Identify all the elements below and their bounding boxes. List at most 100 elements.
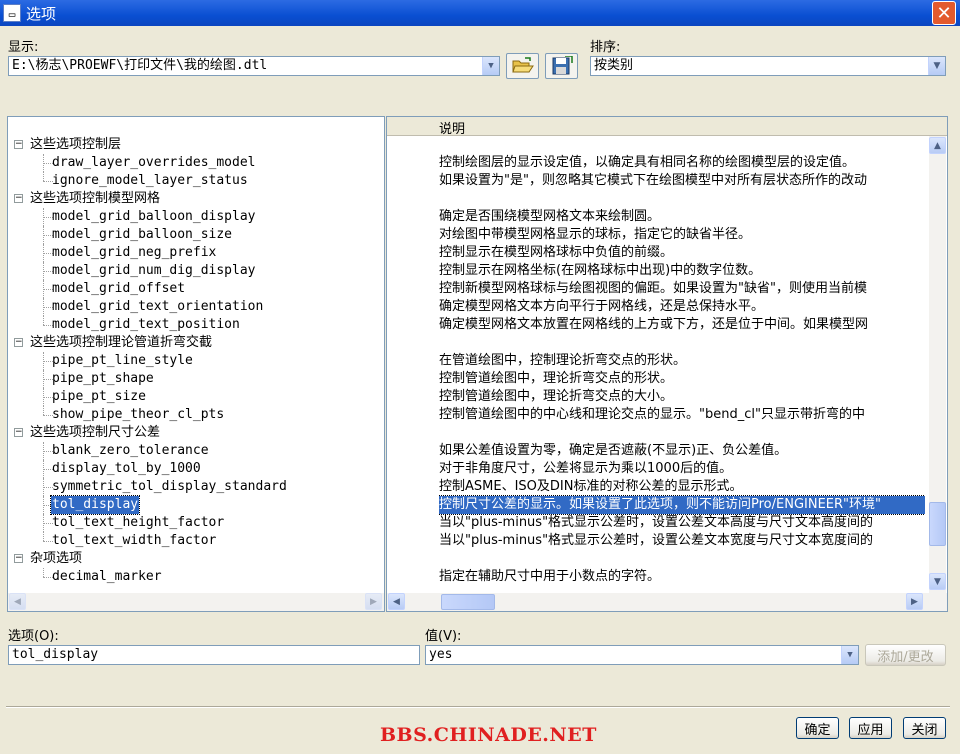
- description-row[interactable]: 对绘图中带模型网格显示的球标，指定它的缺省半径。: [439, 226, 925, 244]
- vscroll-thumb[interactable]: [929, 502, 946, 546]
- tree-item-label: tol_text_width_factor: [52, 533, 217, 548]
- sort-label: 排序:: [590, 40, 621, 55]
- description-row[interactable]: 如果设置为"是"，则忽略其它模式下在绘图模型中对所有层状态所作的改动: [439, 172, 925, 190]
- tree-item-label: tol_display: [49, 495, 141, 515]
- tree-category-label: 杂项选项: [30, 551, 83, 566]
- option-input[interactable]: tol_display: [8, 645, 420, 665]
- apply-button[interactable]: 应用: [849, 717, 892, 739]
- value-combo[interactable]: yes ▼: [425, 645, 859, 665]
- chevron-down-icon[interactable]: ▼: [482, 57, 499, 75]
- tree-item-label: show_pipe_theor_cl_pts: [52, 407, 225, 422]
- save-icon: [552, 56, 573, 75]
- folder-open-icon: [511, 57, 534, 73]
- description-header-label: 说明: [439, 122, 466, 137]
- tree-item-label: model_grid_text_position: [52, 317, 240, 332]
- option-label: 选项(O):: [8, 629, 59, 644]
- window-title: 选项: [26, 4, 57, 23]
- scroll-left-icon[interactable]: ◀: [9, 593, 26, 610]
- option-input-value: tol_display: [12, 647, 99, 662]
- display-label: 显示:: [8, 40, 39, 55]
- description-row[interactable]: 确定模型网格文本方向平行于网格线，还是总保持水平。: [439, 298, 925, 316]
- description-row[interactable]: 控制尺寸公差的显示。如果设置了此选项，则不能访问Pro/ENGINEER"环境": [439, 495, 925, 515]
- tree-category-label: 这些选项控制模型网格: [30, 191, 161, 206]
- tree-item-label: pipe_pt_line_style: [52, 353, 193, 368]
- close-window-button[interactable]: ✕: [932, 1, 956, 25]
- tree-hscrollbar[interactable]: ◀ ▶: [8, 593, 384, 611]
- tree-item-label: draw_layer_overrides_model: [52, 155, 256, 170]
- title-bar: ▭ 选项 ✕: [0, 0, 960, 26]
- tree-line: [43, 568, 44, 577]
- option-tree-panel[interactable]: − 这些选项控制层 draw_layer_overrides_model ignore…: [7, 116, 385, 612]
- description-row[interactable]: 确定是否围绕模型网格文本来绘制圆。: [439, 208, 925, 226]
- description-hscrollbar[interactable]: ◀ ▶: [387, 593, 947, 611]
- chevron-down-icon[interactable]: ▼: [841, 646, 858, 664]
- description-row[interactable]: 当以"plus-minus"格式显示公差时，设置公差文本高度与尺寸文本高度间的: [439, 514, 925, 532]
- scroll-right-icon[interactable]: ▶: [365, 593, 382, 610]
- save-file-button[interactable]: [545, 53, 578, 79]
- description-panel[interactable]: 说明 控制绘图层的显示设定值，以确定具有相同名称的绘图模型层的设定值。 如果设置为…: [386, 116, 948, 612]
- collapse-icon[interactable]: −: [14, 140, 23, 149]
- tree-item-label: model_grid_neg_prefix: [52, 245, 217, 260]
- tree-item-label: blank_zero_tolerance: [52, 443, 209, 458]
- tree-item-label: model_grid_offset: [52, 281, 186, 296]
- description-row[interactable]: 控制显示在模型网格球标中负值的前缀。: [439, 244, 925, 262]
- hscroll-thumb[interactable]: [441, 594, 495, 610]
- sort-combo[interactable]: 按类别 ▼: [590, 56, 946, 76]
- description-row[interactable]: 如果公差值设置为零，确定是否遮蔽(不显示)正、负公差值。: [439, 442, 925, 460]
- tree-item-label: tol_text_height_factor: [52, 515, 225, 530]
- chevron-down-icon[interactable]: ▼: [928, 57, 945, 75]
- collapse-icon[interactable]: −: [14, 554, 23, 563]
- scroll-right-icon[interactable]: ▶: [906, 593, 923, 610]
- add-change-button[interactable]: 添加/更改: [865, 644, 946, 666]
- description-row[interactable]: 在管道绘图中，控制理论折弯交点的形状。: [439, 352, 925, 370]
- separator: [6, 706, 950, 708]
- tree-item-label: decimal_marker: [52, 569, 162, 584]
- display-file-combo[interactable]: E:\杨志\PROEWF\打印文件\我的绘图.dtl ▼: [8, 56, 500, 76]
- description-row[interactable]: 指定在辅助尺寸中用于小数点的字符。: [439, 568, 925, 586]
- tree-item-label: model_grid_num_dig_display: [52, 263, 256, 278]
- description-row[interactable]: 控制绘图层的显示设定值，以确定具有相同名称的绘图模型层的设定值。: [439, 154, 925, 172]
- description-row[interactable]: 控制新模型网格球标与绘图视图的偏距。如果设置为"缺省"，则使用当前模: [439, 280, 925, 298]
- tree-line: [43, 406, 44, 415]
- option-tree: − 这些选项控制层 draw_layer_overrides_model ignore…: [8, 136, 368, 591]
- description-row[interactable]: 确定模型网格文本放置在网格线的上方或下方，还是位于中间。如果模型网: [439, 316, 925, 334]
- tree-line: [43, 172, 44, 181]
- scroll-down-icon[interactable]: ▼: [929, 573, 946, 590]
- tree-item-label: ignore_model_layer_status: [52, 173, 248, 188]
- tree-item-label: pipe_pt_size: [52, 389, 146, 404]
- tree-category-label: 这些选项控制尺寸公差: [30, 425, 161, 440]
- description-row[interactable]: 当以"plus-minus"格式显示公差时，设置公差文本宽度与尺寸文本宽度间的: [439, 532, 925, 550]
- value-label: 值(V):: [425, 629, 462, 644]
- description-column-header[interactable]: 说明: [387, 117, 947, 137]
- sort-value: 按类别: [594, 58, 634, 73]
- tree-item-label: model_grid_balloon_display: [52, 209, 256, 224]
- collapse-icon[interactable]: −: [14, 194, 23, 203]
- scroll-left-icon[interactable]: ◀: [388, 593, 405, 610]
- close-button[interactable]: 关闭: [903, 717, 946, 739]
- tree-item-label: symmetric_tol_display_standard: [52, 479, 287, 494]
- tree-item-label: model_grid_text_orientation: [52, 299, 264, 314]
- watermark: BBS.CHINADE.NET: [380, 724, 597, 746]
- tree-item-label: display_tol_by_1000: [52, 461, 201, 476]
- window-icon: ▭: [3, 4, 21, 22]
- description-vscrollbar[interactable]: ▲ ▼: [929, 136, 946, 593]
- collapse-icon[interactable]: −: [14, 338, 23, 347]
- description-row[interactable]: 控制ASME、ISO及DIN标准的对称公差的显示形式。: [439, 478, 925, 496]
- description-list: 控制绘图层的显示设定值，以确定具有相同名称的绘图模型层的设定值。 如果设置为"是"…: [439, 136, 925, 591]
- scroll-up-icon[interactable]: ▲: [929, 137, 946, 154]
- display-file-path: E:\杨志\PROEWF\打印文件\我的绘图.dtl: [12, 58, 268, 73]
- tree-category-label: 这些选项控制层: [30, 137, 122, 152]
- tree-item-label: pipe_pt_shape: [52, 371, 154, 386]
- value-combo-value: yes: [429, 647, 453, 662]
- description-row[interactable]: 控制显示在网格坐标(在网格球标中出现)中的数字位数。: [439, 262, 925, 280]
- description-row[interactable]: 对于非角度尺寸，公差将显示为乘以1000后的值。: [439, 460, 925, 478]
- description-row[interactable]: 控制管道绘图中，理论折弯交点的形状。: [439, 370, 925, 388]
- description-row[interactable]: 控制管道绘图中，理论折弯交点的大小。: [439, 388, 925, 406]
- tree-line: [43, 532, 44, 541]
- description-row[interactable]: 控制管道绘图中的中心线和理论交点的显示。"bend_cl"只显示带折弯的中: [439, 406, 925, 424]
- tree-item-label: model_grid_balloon_size: [52, 227, 233, 242]
- collapse-icon[interactable]: −: [14, 428, 23, 437]
- open-file-button[interactable]: [506, 53, 539, 79]
- ok-button[interactable]: 确定: [796, 717, 839, 739]
- tree-line: [43, 316, 44, 325]
